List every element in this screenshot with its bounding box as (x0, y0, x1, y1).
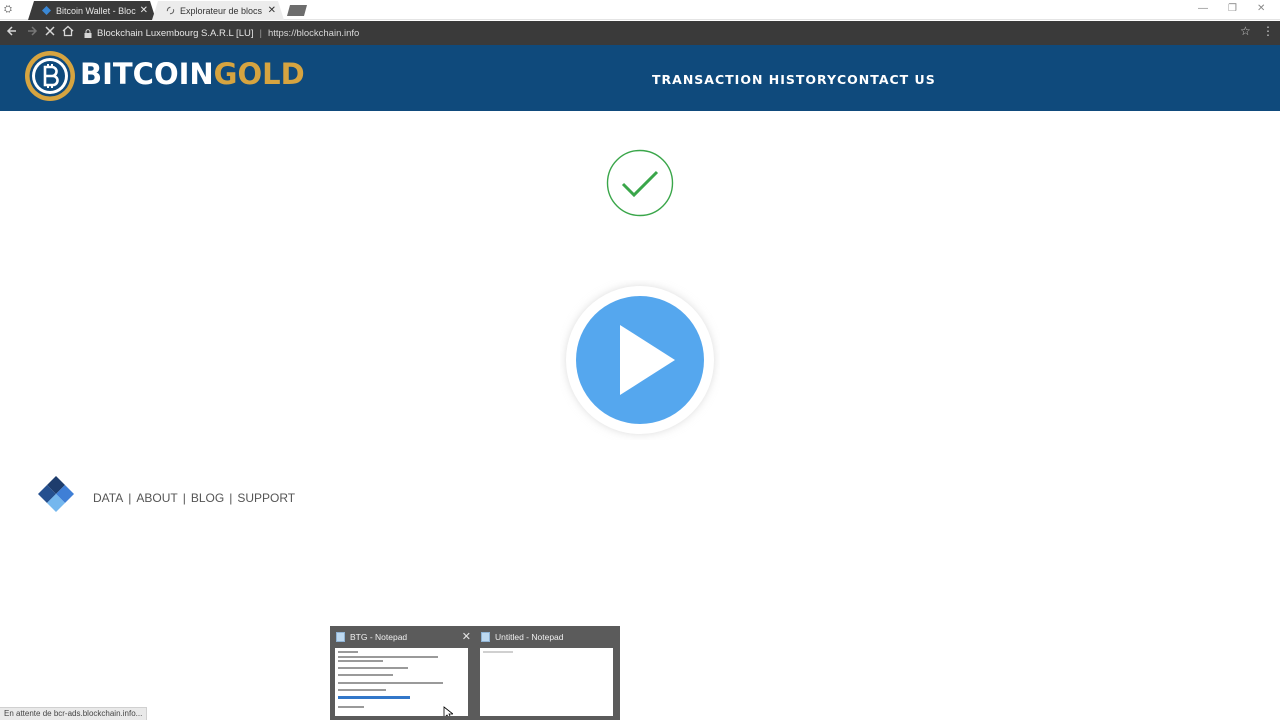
restore-icon[interactable]: ❐ (1228, 3, 1237, 14)
checkmark-circle-icon (606, 149, 674, 217)
stop-loading-icon[interactable] (44, 25, 56, 40)
lock-icon (84, 28, 92, 38)
browser-tabstrip: ⛭ Bitcoin Wallet - Blockchain ✕ Explorat… (0, 0, 1280, 20)
close-window-icon[interactable]: ✕ (1257, 3, 1265, 14)
footer-link-data[interactable]: DATA (93, 491, 123, 505)
minimize-icon[interactable]: — (1198, 3, 1208, 14)
mouse-cursor-icon (443, 706, 453, 716)
taskbar-thumbnail-popup: BTG - Notepad ✕ Untitled - Notepad (330, 626, 620, 720)
tab-title: Bitcoin Wallet - Blockchain (56, 5, 136, 16)
nav-contact-us[interactable]: CONTACT US (837, 72, 936, 87)
brand-wordmark[interactable]: BITCOINGOLD (80, 57, 305, 91)
address-separator: | (259, 27, 262, 39)
address-bar[interactable]: Blockchain Luxembourg S.A.R.L [LU] | htt… (84, 23, 1254, 43)
footer-separator: | (229, 491, 233, 505)
brand-part-bitcoin: BITCOIN (80, 57, 214, 91)
address-url: https://blockchain.info (267, 27, 360, 39)
thumbnail-close-icon[interactable]: ✕ (462, 630, 471, 643)
browser-menu-icon[interactable]: ⛭ (4, 4, 12, 15)
thumbnail-header: Untitled - Notepad (481, 631, 616, 643)
footer-separator: | (182, 491, 186, 505)
footer-link-blog[interactable]: BLOG (191, 491, 224, 505)
play-button-icon[interactable] (560, 280, 720, 440)
footer-links: DATA | ABOUT | BLOG | SUPPORT (93, 491, 295, 505)
tab-close-icon[interactable]: ✕ (268, 5, 276, 16)
forward-arrow-icon[interactable] (26, 25, 38, 40)
bookmark-star-icon[interactable]: ☆ (1240, 24, 1251, 38)
thumbnail-preview (480, 648, 613, 716)
site-organization: Blockchain Luxembourg S.A.R.L [LU] (97, 27, 254, 39)
notepad-icon (481, 632, 490, 642)
notepad-icon (336, 632, 345, 642)
new-tab-button[interactable] (287, 5, 307, 16)
footer-separator: | (128, 491, 132, 505)
brand-part-gold: GOLD (213, 57, 305, 91)
tab-title: Explorateur de blocs Bitcoin (180, 5, 263, 16)
thumbnail-title: Untitled - Notepad (495, 632, 564, 642)
footer-link-support[interactable]: SUPPORT (237, 491, 295, 505)
nav-transaction-history[interactable]: TRANSACTION HISTORY (652, 72, 837, 87)
browser-menu-dots-icon[interactable]: ⋮ (1262, 24, 1274, 38)
browser-status-bar: En attente de bcr-ads.blockchain.info... (0, 707, 148, 720)
loading-favicon-icon (166, 6, 175, 15)
tab-block-explorer[interactable]: Explorateur de blocs Bitcoin ✕ (152, 1, 284, 20)
tab-close-icon[interactable]: ✕ (140, 5, 148, 16)
back-arrow-icon[interactable] (6, 25, 18, 40)
blockchain-diamond-icon[interactable] (38, 476, 74, 512)
thumbnail-preview (335, 648, 468, 716)
tab-bitcoin-wallet[interactable]: Bitcoin Wallet - Blockchain ✕ (28, 1, 156, 20)
thumbnail-untitled-notepad[interactable]: Untitled - Notepad (475, 626, 620, 720)
thumbnail-header: BTG - Notepad (336, 631, 471, 643)
blockchain-favicon-icon (42, 6, 51, 15)
thumbnail-title: BTG - Notepad (350, 632, 408, 642)
thumbnail-btg-notepad[interactable]: BTG - Notepad ✕ (330, 626, 475, 720)
footer-link-about[interactable]: ABOUT (136, 491, 177, 505)
browser-toolbar: Blockchain Luxembourg S.A.R.L [LU] | htt… (0, 21, 1280, 45)
site-header: BITCOINGOLD TRANSACTION HISTORY CONTACT … (0, 45, 1280, 111)
home-icon[interactable] (62, 25, 74, 40)
bitcoin-gold-logo-icon[interactable] (24, 50, 76, 102)
